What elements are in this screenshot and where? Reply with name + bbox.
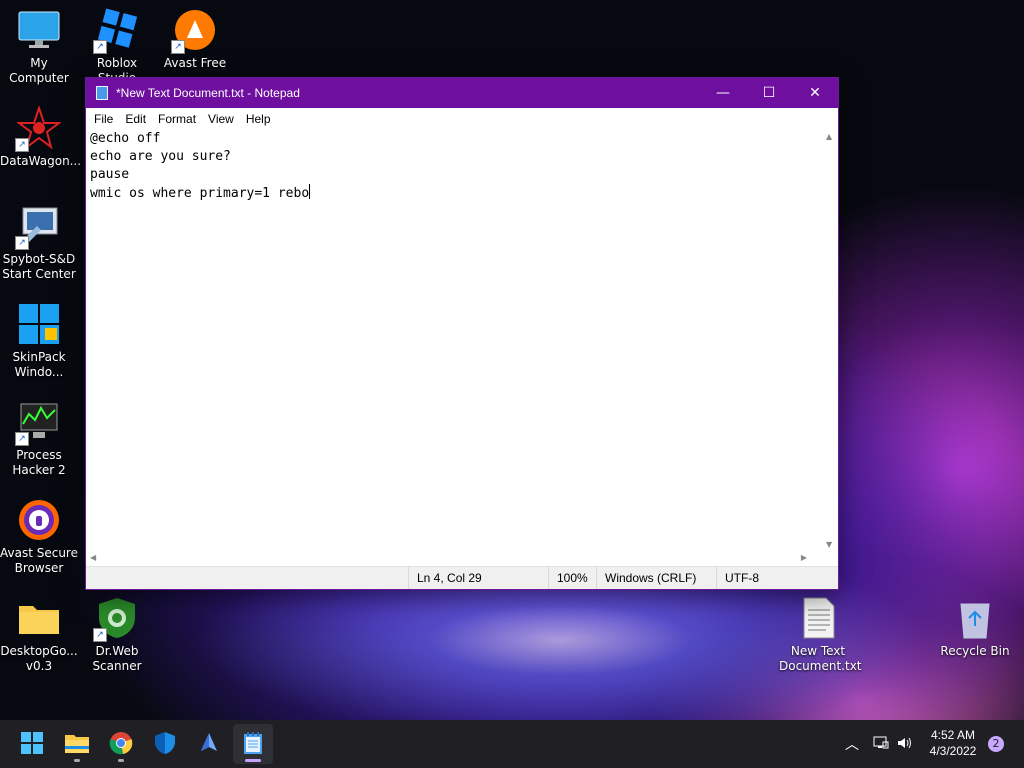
desktop-icon-label: Recycle Bin <box>940 644 1010 658</box>
menu-edit[interactable]: Edit <box>119 112 152 126</box>
desktop-icon-label: Spybot-S&D Start Center <box>2 252 76 281</box>
running-indicator <box>118 759 124 762</box>
scroll-down-icon[interactable]: ▼ <box>826 540 832 549</box>
running-indicator <box>245 759 261 762</box>
defender-icon <box>153 731 177 758</box>
system-tray: ︿ <box>842 720 916 768</box>
scroll-up-icon[interactable]: ▲ <box>826 132 832 141</box>
desktop-icon-desktopgo[interactable]: DesktopGo... v0.3 <box>0 596 78 674</box>
notepad-window: *New Text Document.txt - Notepad — ☐ ✕ F… <box>86 78 838 589</box>
recycle-bin-icon <box>953 596 997 640</box>
taskbar-file-explorer[interactable] <box>57 724 97 764</box>
status-zoom: 100% <box>548 567 597 589</box>
desktop-icon-label: DataWagon... <box>0 154 82 168</box>
volume-icon[interactable] <box>894 736 916 753</box>
notepad-icon <box>243 731 263 758</box>
taskbar-defender[interactable] <box>145 724 185 764</box>
editor-line: echo are you sure? <box>90 149 231 164</box>
shortcut-arrow-icon: ↗ <box>171 40 185 54</box>
desktop-icon-label: My Computer <box>9 56 69 85</box>
desktop-icon-recycle-bin[interactable]: Recycle Bin <box>936 596 1014 659</box>
desktop-icon-avast-free[interactable]: ↗ Avast Free <box>156 8 234 72</box>
process-hacker-icon: ↗ <box>15 400 61 446</box>
title-bar[interactable]: *New Text Document.txt - Notepad — ☐ ✕ <box>86 78 838 108</box>
desktop-icon-avast-browser[interactable]: Avast Secure Browser <box>0 498 78 576</box>
spybot-icon: ↗ <box>15 204 61 250</box>
desktop-icon-label: Avast Secure Browser <box>0 546 78 575</box>
avast-browser-icon <box>17 498 61 542</box>
shortcut-arrow-icon: ↗ <box>93 628 107 642</box>
window-title: *New Text Document.txt - Notepad <box>116 86 300 100</box>
app-icon <box>197 731 221 758</box>
desktop-icon-label: Process Hacker 2 <box>12 448 66 477</box>
scrollbar-corner <box>821 551 838 565</box>
menu-help[interactable]: Help <box>240 112 277 126</box>
status-bar: Ln 4, Col 29 100% Windows (CRLF) UTF-8 <box>86 566 838 589</box>
desktop-icon-new-text-document[interactable]: New Text Document.txt <box>779 596 862 674</box>
shortcut-arrow-icon: ↗ <box>15 236 29 250</box>
clock-time: 4:52 AM <box>930 728 976 742</box>
chevron-up-icon[interactable]: ︿ <box>842 734 862 754</box>
desktop-icon-drweb[interactable]: ↗ Dr.Web Scanner <box>78 596 156 674</box>
network-icon[interactable] <box>868 736 894 753</box>
taskbar-notepad[interactable] <box>233 724 273 764</box>
text-caret <box>309 184 311 199</box>
chrome-icon <box>109 731 133 758</box>
minimize-button[interactable]: — <box>700 78 746 108</box>
desktop-icon-label: Avast Free <box>163 56 227 70</box>
desktop-icon-my-computer[interactable]: My Computer <box>0 8 78 86</box>
notification-badge[interactable]: 2 <box>988 736 1004 752</box>
avast-icon: ↗ <box>171 8 217 54</box>
status-cursor-position: Ln 4, Col 29 <box>408 567 547 589</box>
desktop-icon-label: New Text Document.txt <box>779 644 862 673</box>
desktop-icon-roblox-studio[interactable]: ↗ Roblox Studio <box>78 8 156 86</box>
minimize-icon: — <box>716 85 730 101</box>
menu-format[interactable]: Format <box>152 112 202 126</box>
taskbar-clock[interactable]: 4:52 AM 4/3/2022 <box>920 727 986 759</box>
taskbar-chrome[interactable] <box>101 724 141 764</box>
shortcut-arrow-icon: ↗ <box>15 432 29 446</box>
menu-bar: File Edit Format View Help <box>86 108 838 131</box>
desktop-icon-label: DesktopGo... v0.3 <box>0 644 78 673</box>
roblox-studio-icon: ↗ <box>93 8 139 54</box>
horizontal-scrollbar[interactable]: ◀ ▶ <box>86 551 821 565</box>
desktop-icon-label: Dr.Web Scanner <box>92 644 142 673</box>
menu-file[interactable]: File <box>88 112 119 126</box>
scroll-right-icon[interactable]: ▶ <box>801 553 807 562</box>
desktop-icon-process-hacker[interactable]: ↗ Process Hacker 2 <box>0 400 78 478</box>
datawagon-icon: ↗ <box>15 104 62 152</box>
vertical-scrollbar[interactable]: ▲ ▼ <box>821 130 838 551</box>
desktop-icon-label: SkinPack Windo... <box>12 350 66 379</box>
close-icon: ✕ <box>809 85 821 101</box>
status-line-endings: Windows (CRLF) <box>596 567 715 589</box>
clock-date: 4/3/2022 <box>929 744 977 758</box>
close-button[interactable]: ✕ <box>792 78 838 108</box>
drweb-icon: ↗ <box>93 596 139 642</box>
status-encoding: UTF-8 <box>716 567 825 589</box>
editor-line: wmic os where primary=1 rebo <box>90 186 310 201</box>
editor-line: pause <box>90 167 130 182</box>
maximize-icon: ☐ <box>762 85 776 101</box>
shortcut-arrow-icon: ↗ <box>15 138 29 152</box>
start-button[interactable] <box>12 724 52 764</box>
text-editor[interactable]: @echo off echo are you sure? pause wmic … <box>86 130 821 551</box>
desktop-icon-spybot[interactable]: ↗ Spybot-S&D Start Center <box>0 204 78 282</box>
editor-line: @echo off <box>90 131 161 146</box>
scroll-left-icon[interactable]: ◀ <box>90 553 96 562</box>
taskbar-app[interactable] <box>189 724 229 764</box>
running-indicator <box>74 759 80 762</box>
folder-icon <box>17 596 61 640</box>
desktop-icon-datawagon[interactable]: ↗ DataWagon... <box>0 104 82 169</box>
shortcut-arrow-icon: ↗ <box>93 40 107 54</box>
file-explorer-icon <box>64 732 90 757</box>
desktop-icon-skinpack[interactable]: SkinPack Windo... <box>0 302 78 380</box>
maximize-button[interactable]: ☐ <box>746 78 792 108</box>
menu-view[interactable]: View <box>202 112 240 126</box>
skinpack-icon <box>17 302 61 346</box>
text-file-icon <box>796 596 840 640</box>
start-icon <box>20 731 44 758</box>
notepad-app-icon <box>96 86 108 100</box>
monitor-icon <box>17 8 61 52</box>
